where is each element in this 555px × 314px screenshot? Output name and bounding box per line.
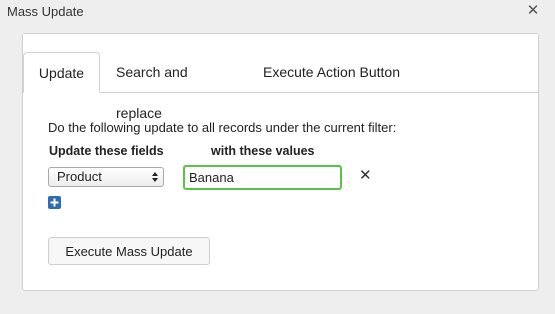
values-column-header: with these values (211, 144, 315, 158)
tab-execute-action-button[interactable]: Execute Action Button (263, 52, 403, 93)
remove-icon[interactable]: ✕ (359, 168, 372, 183)
tab-panel: Update Search and replace Execute Action… (22, 33, 539, 291)
execute-mass-update-button[interactable]: Execute Mass Update (48, 237, 210, 265)
dialog-title: Mass Update (7, 4, 84, 19)
tab-strip: Update Search and replace Execute Action… (23, 34, 538, 121)
tab-update[interactable]: Update (23, 52, 100, 93)
fields-column-header: Update these fields (49, 144, 164, 158)
mass-update-dialog: Mass Update ✕ Update Search and replace … (0, 0, 555, 314)
tab-search-and-replace[interactable]: Search and replace (116, 52, 234, 121)
update-description: Do the following update to all records u… (48, 120, 397, 135)
plus-icon (50, 198, 59, 207)
value-input[interactable] (183, 165, 342, 190)
add-row-button[interactable] (48, 196, 61, 209)
updown-arrows-icon (152, 172, 158, 182)
field-select[interactable]: Product (48, 167, 164, 187)
dialog-titlebar: Mass Update ✕ (0, 0, 555, 24)
field-select-value: Product (57, 169, 102, 184)
close-icon[interactable]: ✕ (526, 3, 540, 18)
